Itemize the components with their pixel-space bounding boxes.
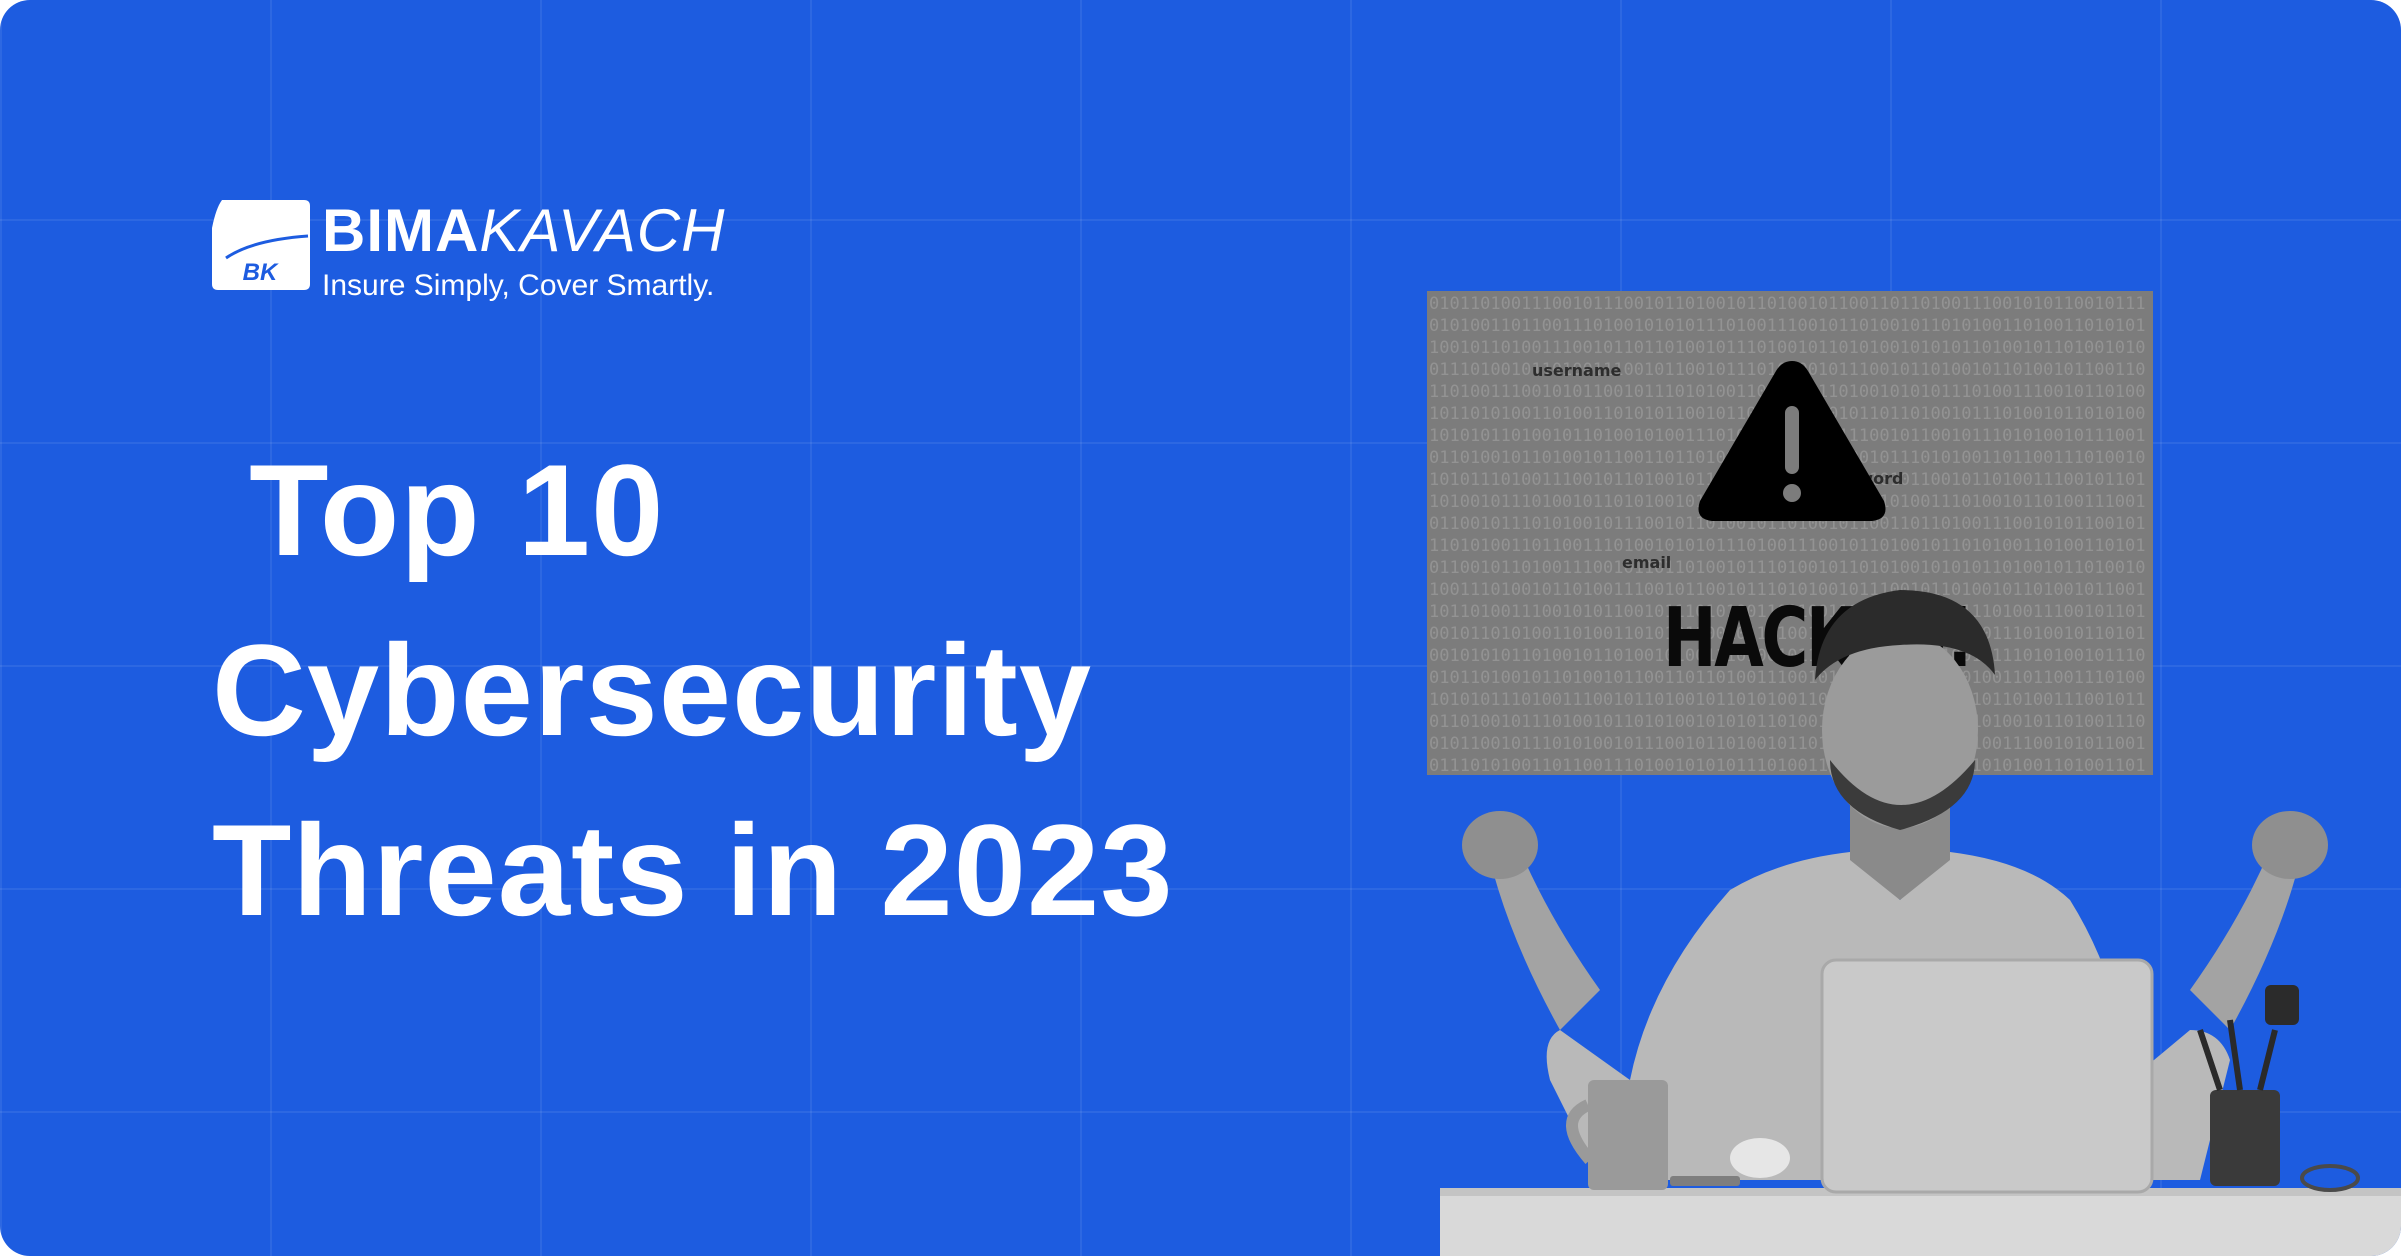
shocked-man-at-laptop-illustration	[1440, 590, 2401, 1256]
brand-name-bold: BIMA	[322, 197, 480, 264]
bk-shield-logo-icon: BK	[212, 200, 310, 290]
title-line-1: Top 10	[212, 437, 665, 583]
logo-mark-text: BK	[243, 259, 279, 286]
title-line-2: Cybersecurity	[212, 617, 1093, 763]
brand-name: BIMAKAVACH	[322, 200, 725, 262]
title-line-3: Threats in 2023	[212, 797, 1174, 943]
brand-tagline: Insure Simply, Cover Smartly.	[322, 269, 715, 302]
label-username: username	[1532, 361, 1622, 380]
brand-name-light: KAVACH	[479, 197, 726, 264]
brand-text: BIMAKAVACH Insure Simply, Cover Smartly.	[322, 200, 725, 304]
hero-banner: BK BIMAKAVACH Insure Simply, Cover Smart…	[0, 0, 2401, 1256]
page-title: Top 10 Cybersecurity Threats in 2023	[212, 420, 1174, 960]
brand-logo[interactable]: BK BIMAKAVACH Insure Simply, Cover Smart…	[212, 200, 725, 304]
warning-triangle-icon	[1698, 361, 1886, 521]
